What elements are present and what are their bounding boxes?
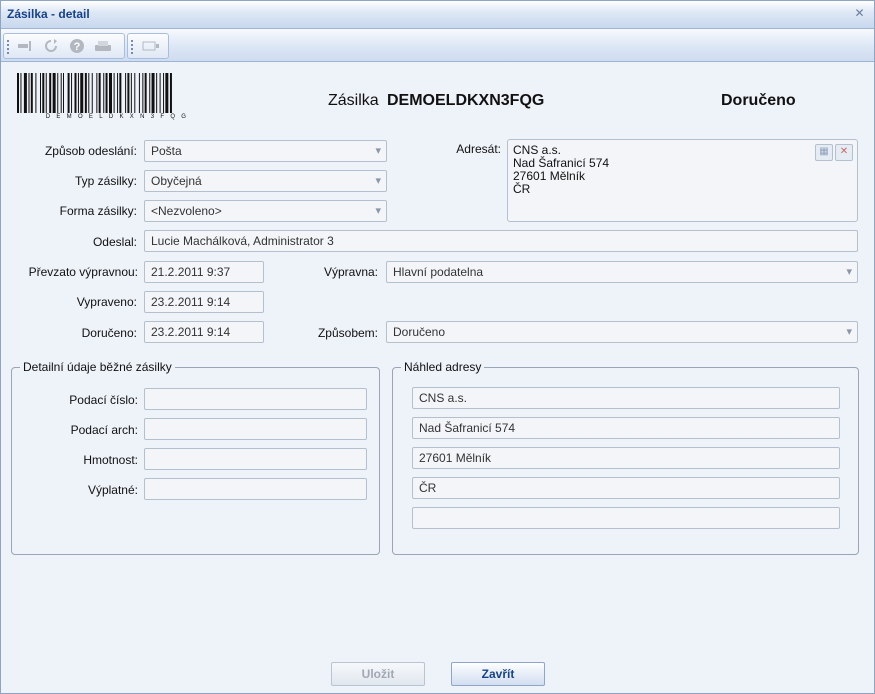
label-prevzato: Převzato výpravnou: — [28, 265, 138, 279]
title-bar: Zásilka - detail ✕ — [1, 1, 874, 29]
window-title: Zásilka - detail — [7, 7, 90, 21]
preview-line[interactable]: Nad Šafranicí 574 — [412, 417, 840, 439]
close-button[interactable]: Zavřít — [451, 662, 545, 686]
label-doruceno: Doručeno: — [81, 326, 137, 340]
toolbar-grip[interactable] — [131, 40, 134, 58]
label-adresat: Adresát: — [456, 142, 501, 156]
detail-fieldset: Detailní údaje běžné zásilky Podací čísl… — [11, 360, 380, 555]
zpusobem-select[interactable]: Doručeno — [386, 321, 858, 343]
label-vyplatne: Výplatné: — [87, 483, 138, 497]
detail-legend: Detailní údaje běžné zásilky — [20, 360, 175, 374]
svg-text:?: ? — [74, 41, 81, 53]
refresh-icon[interactable] — [42, 37, 60, 55]
hmotnost-field[interactable] — [144, 448, 367, 470]
vypraveno-field[interactable]: 23.2.2011 9:14 — [144, 291, 264, 313]
label-podaci-arch: Podací arch: — [70, 423, 138, 437]
doruceno-field[interactable]: 23.2.2011 9:14 — [144, 321, 264, 343]
close-icon[interactable]: ✕ — [853, 7, 866, 20]
prevzato-field[interactable]: 21.2.2011 9:37 — [144, 261, 264, 283]
preview-line[interactable]: ČR — [412, 477, 840, 499]
zpusob-odeslani-select[interactable]: Pošta — [144, 140, 387, 162]
shipment-status: Doručeno — [721, 92, 796, 109]
address-book-icon[interactable]: ▦ — [815, 144, 833, 161]
podaci-cislo-field[interactable] — [144, 388, 367, 410]
shipment-code: DEMOELDKXN3FQG — [387, 92, 545, 109]
odeslal-field[interactable]: Lucie Machálková, Administrator 3 — [144, 230, 858, 252]
label-odeslal: Odeslal: — [92, 235, 137, 249]
preview-legend: Náhled adresy — [401, 360, 485, 374]
typ-zasilky-select[interactable]: Obyčejná — [144, 170, 387, 192]
shipment-label: Zásilka — [328, 92, 379, 109]
dialog-window: Zásilka - detail ✕ ? DEMOELDKXN3FQG Zási… — [0, 0, 875, 694]
label-zpusob-odeslani: Způsob odeslání: — [44, 144, 137, 158]
clear-icon[interactable]: ✕ — [835, 144, 853, 161]
typ-zasilky-value: Obyčejná — [151, 174, 202, 188]
export-icon[interactable] — [16, 37, 34, 55]
save-button[interactable]: Uložit — [331, 662, 425, 686]
forma-zasilky-select[interactable]: <Nezvoleno> — [144, 200, 387, 222]
label-typ-zasilky: Typ zásilky: — [74, 174, 137, 188]
label-hmotnost: Hmotnost: — [83, 453, 138, 467]
toolbar-group-main: ? — [3, 33, 125, 59]
label-forma-zasilky: Forma zásilky: — [59, 204, 137, 218]
preview-line[interactable]: 27601 Mělník — [412, 447, 840, 469]
forma-zasilky-value: <Nezvoleno> — [151, 204, 222, 218]
adresat-box[interactable]: CNS a.s. Nad Šafranicí 574 27601 Mělník … — [507, 139, 858, 222]
vyplatne-field[interactable] — [144, 478, 367, 500]
podaci-arch-field[interactable] — [144, 418, 367, 440]
vypravna-select[interactable]: Hlavní podatelna — [386, 261, 858, 283]
label-vypravna: Výpravna: — [323, 265, 378, 279]
edit-icon[interactable] — [142, 37, 160, 55]
preview-line[interactable]: CNS a.s. — [412, 387, 840, 409]
adresat-line: 27601 Mělník — [513, 169, 586, 183]
print-icon[interactable] — [94, 37, 112, 55]
label-zpusobem: Způsobem: — [317, 326, 378, 340]
dialog-content: DEMOELDKXN3FQG Zásilka DEMOELDKXN3FQG Do… — [1, 62, 874, 693]
zpusob-odeslani-value: Pošta — [151, 144, 182, 158]
label-podaci-cislo: Podací číslo: — [69, 393, 138, 407]
preview-line[interactable] — [412, 507, 840, 529]
help-icon[interactable]: ? — [68, 37, 86, 55]
preview-fieldset: Náhled adresy CNS a.s. Nad Šafranicí 574… — [392, 360, 859, 555]
toolbar: ? — [1, 29, 874, 62]
adresat-line: ČR — [513, 182, 531, 196]
barcode-text: DEMOELDKXN3FQG — [45, 114, 193, 120]
label-vypraveno: Vypraveno: — [76, 295, 137, 309]
vypravna-value: Hlavní podatelna — [393, 265, 484, 279]
toolbar-grip[interactable] — [7, 40, 10, 58]
zpusobem-value: Doručeno — [393, 325, 446, 339]
toolbar-group-edit — [127, 33, 169, 59]
